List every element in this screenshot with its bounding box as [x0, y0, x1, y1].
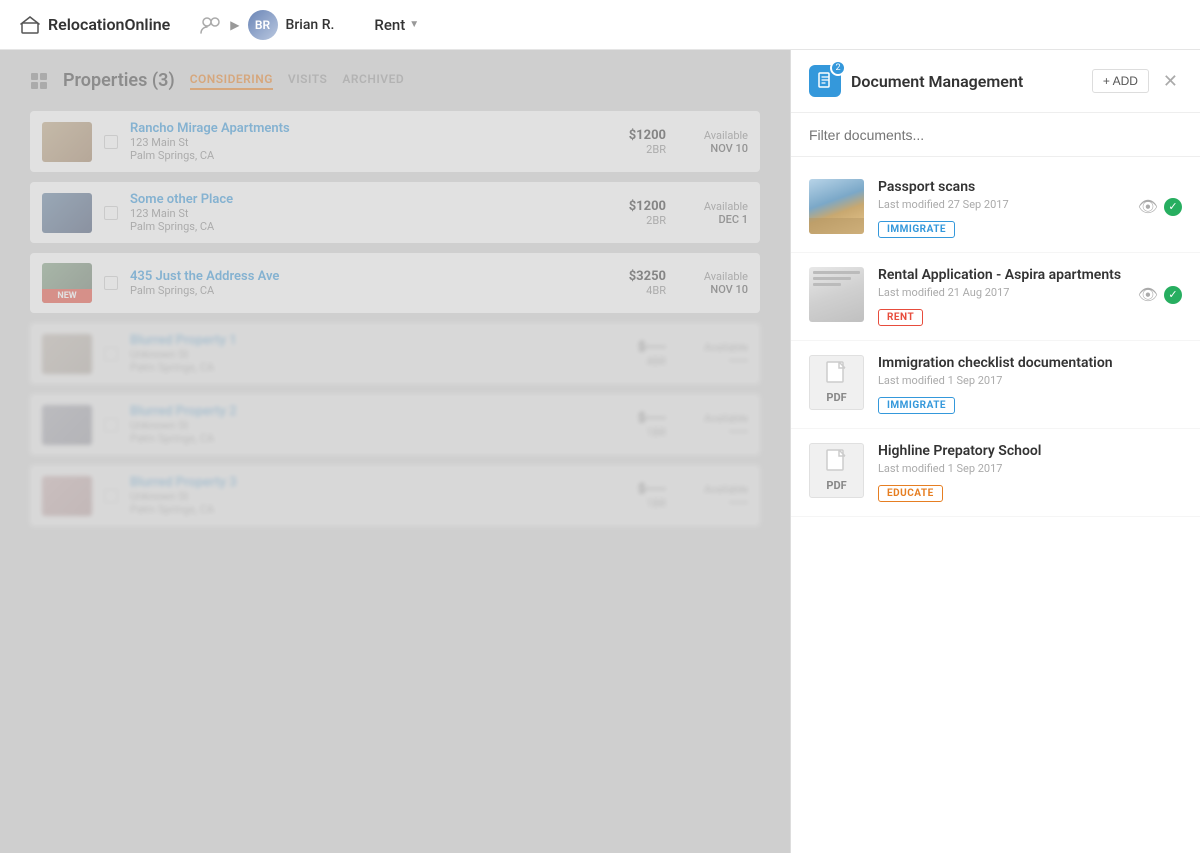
doc-actions: 👁 [1138, 179, 1182, 216]
doc-actions: 👁 [1138, 267, 1182, 304]
doc-tag: EDUCATE [878, 485, 943, 502]
doc-thumbnail [809, 267, 864, 322]
main-layout: Properties (3) CONSIDERING VISITS ARCHIV… [0, 50, 1200, 853]
doc-modified: Last modified 27 Sep 2017 [878, 198, 1124, 211]
view-doc-button[interactable]: 👁 [1138, 285, 1158, 304]
document-item[interactable]: PDF Highline Prepatory School Last modif… [791, 429, 1200, 517]
doc-modified: Last modified 1 Sep 2017 [878, 462, 1182, 475]
rent-label: Rent [374, 16, 405, 34]
doc-thumbnail: PDF [809, 355, 864, 410]
nav-arrow: ▶ [230, 18, 239, 32]
doc-info: Rental Application - Aspira apartments L… [878, 267, 1124, 326]
doc-modified: Last modified 1 Sep 2017 [878, 374, 1182, 387]
rent-chevron: ▼ [409, 19, 419, 30]
doc-info: Passport scans Last modified 27 Sep 2017… [878, 179, 1124, 238]
close-panel-button[interactable]: ✕ [1159, 71, 1182, 92]
pdf-label: PDF [826, 479, 846, 492]
doc-header: 2 Document Management + ADD ✕ [791, 50, 1200, 113]
add-document-button[interactable]: + ADD [1092, 69, 1149, 93]
doc-title: Document Management [851, 72, 1082, 91]
document-list: Passport scans Last modified 27 Sep 2017… [791, 157, 1200, 853]
doc-name: Highline Prepatory School [878, 443, 1182, 459]
logo[interactable]: RelocationOnline [20, 15, 170, 35]
doc-tag: IMMIGRATE [878, 221, 955, 238]
doc-tag: IMMIGRATE [878, 397, 955, 414]
user-name: Brian R. [286, 17, 335, 33]
doc-tag: RENT [878, 309, 923, 326]
doc-thumbnail [809, 179, 864, 234]
panel-overlay [0, 50, 790, 853]
doc-thumbnail: PDF [809, 443, 864, 498]
doc-info: Immigration checklist documentation Last… [878, 355, 1182, 414]
filter-input[interactable] [809, 127, 1182, 143]
topnav: RelocationOnline ▶ BR Brian R. Rent ▼ [0, 0, 1200, 50]
doc-info: Highline Prepatory School Last modified … [878, 443, 1182, 502]
avatar: BR [248, 10, 278, 40]
document-item[interactable]: PDF Immigration checklist documentation … [791, 341, 1200, 429]
document-item[interactable]: Passport scans Last modified 27 Sep 2017… [791, 165, 1200, 253]
left-panel: Properties (3) CONSIDERING VISITS ARCHIV… [0, 50, 790, 853]
group-icon [200, 16, 222, 34]
doc-modified: Last modified 21 Aug 2017 [878, 286, 1124, 299]
doc-name: Rental Application - Aspira apartments [878, 267, 1124, 283]
doc-name: Immigration checklist documentation [878, 355, 1182, 371]
doc-badge: 2 [830, 60, 846, 76]
document-item[interactable]: Rental Application - Aspira apartments L… [791, 253, 1200, 341]
doc-panel-icon: 2 [809, 65, 841, 97]
logo-text: RelocationOnline [48, 15, 170, 34]
view-doc-button[interactable]: 👁 [1138, 197, 1158, 216]
approve-doc-button[interactable] [1164, 198, 1182, 216]
rent-dropdown[interactable]: Rent ▼ [374, 16, 419, 34]
logo-icon [20, 15, 40, 35]
approve-doc-button[interactable] [1164, 286, 1182, 304]
pdf-label: PDF [826, 391, 846, 404]
filter-area [791, 113, 1200, 157]
user-nav: ▶ BR Brian R. [200, 10, 334, 40]
document-panel: 2 Document Management + ADD ✕ Passport s… [790, 50, 1200, 853]
doc-name: Passport scans [878, 179, 1124, 195]
